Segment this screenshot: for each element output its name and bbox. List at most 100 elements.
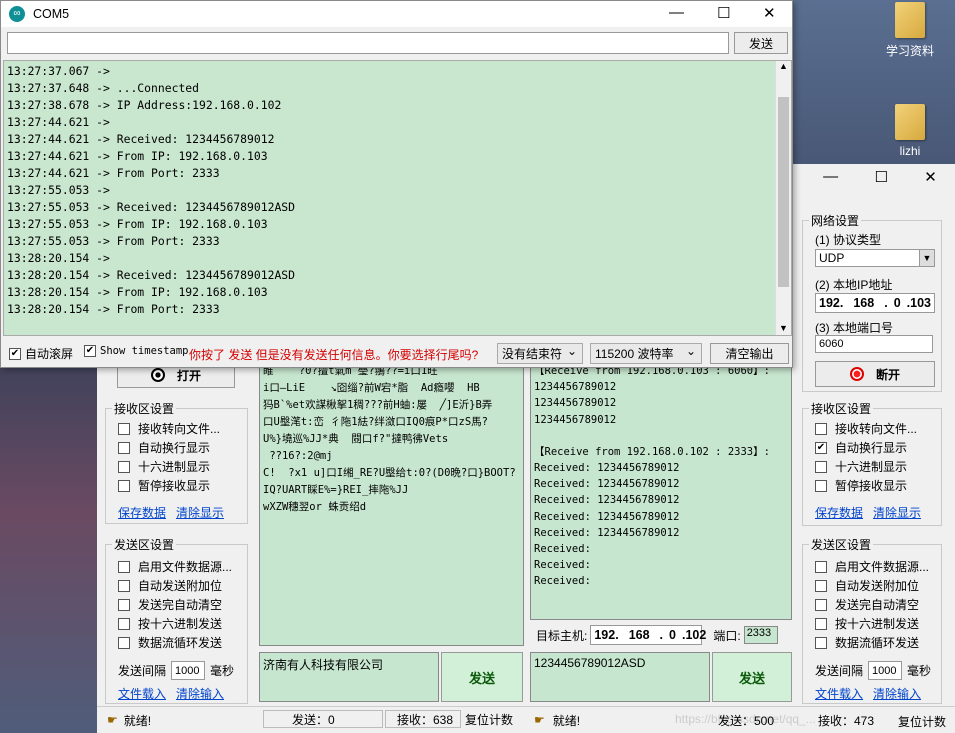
checkbox-icon <box>118 598 130 611</box>
log-line: 13:27:44.621 -> Received: 1234456789012 <box>7 132 275 146</box>
save-data-link[interactable]: 保存数据 <box>815 506 863 520</box>
option-label: 启用文件数据源... <box>835 560 930 574</box>
local-port-input[interactable]: 6060 <box>815 335 933 353</box>
option-label: 发送完自动清空 <box>138 598 223 612</box>
timestamp-checkbox[interactable]: ✔ Show timestamp <box>84 345 189 357</box>
scrollbar-thumb[interactable] <box>778 97 789 287</box>
left-send-textarea[interactable]: 济南有人科技有限公司 <box>259 652 439 702</box>
option-checkbox[interactable]: 接收转向文件... <box>815 419 941 438</box>
option-checkbox[interactable]: 暂停接收显示 <box>815 476 941 495</box>
group-title: 网络设置 <box>809 212 862 229</box>
close-icon[interactable]: ✕ <box>763 4 776 22</box>
ip-octet: 168 <box>628 628 650 642</box>
option-checkbox[interactable]: 发送完自动清空 <box>118 595 247 614</box>
left-status-bar: ☛ 就绪! 发送：0 接收：638 复位计数 <box>97 706 530 733</box>
clear-display-link[interactable]: 清除显示 <box>176 506 224 520</box>
group-title: 接收区设置 <box>809 400 874 417</box>
folder-icon <box>895 2 925 38</box>
file-load-link[interactable]: 文件载入 <box>815 687 863 701</box>
option-checkbox[interactable]: 十六进制显示 <box>815 457 941 476</box>
line-ending-select[interactable]: 没有结束符 <box>497 343 583 364</box>
target-port-input[interactable]: 2333 <box>743 626 778 644</box>
serial-send-input[interactable] <box>7 32 729 54</box>
recv-line: U%}墝巡%JJ*典 閸口f?"撻鸭彿Vets <box>263 433 449 445</box>
scroll-up-icon[interactable]: ▲ <box>776 61 791 71</box>
right-receive-area[interactable]: 【Receive from 192.168.0.103 : 6060】: 1234… <box>530 360 792 620</box>
option-checkbox[interactable]: 数据流循环发送 <box>118 633 247 652</box>
option-label: 按十六进制发送 <box>835 617 920 631</box>
serial-output-area[interactable]: 13:27:37.067 -> 13:27:37.648 -> ...Connec… <box>3 60 792 336</box>
interval-input[interactable]: 1000 <box>171 661 206 680</box>
ip-octet: 192 <box>594 628 616 642</box>
option-checkbox[interactable]: 按十六进制发送 <box>118 614 247 633</box>
close-icon[interactable]: ✕ <box>924 168 937 186</box>
option-checkbox[interactable]: 接收转向文件... <box>118 419 247 438</box>
left-receive-area[interactable]: 睢 ?0?擅t氣m 璺?翵??=i口1旺 i口—LiE ↘囵缁?前W宕*脂 Ad瘾… <box>259 360 524 646</box>
local-ip-label: (2) 本地IP地址 <box>815 278 893 292</box>
option-checkbox[interactable]: 启用文件数据源... <box>118 557 247 576</box>
option-checkbox[interactable]: 自动发送附加位 <box>815 576 941 595</box>
option-checkbox[interactable]: 暂停接收显示 <box>118 476 247 495</box>
status-text: 就绪! <box>123 713 152 728</box>
ip-octet: 103 <box>910 296 931 310</box>
save-data-link[interactable]: 保存数据 <box>118 506 166 520</box>
scroll-down-icon[interactable]: ▼ <box>776 323 791 333</box>
disconnect-button[interactable]: 断开 <box>815 361 935 387</box>
minimize-icon[interactable]: — <box>823 168 838 186</box>
hand-icon: ☛ <box>534 713 545 727</box>
recv-line: 【Receive from 192.168.0.102 : 2333】: <box>534 445 770 458</box>
left-send-button[interactable]: 发送 <box>441 652 523 702</box>
option-checkbox[interactable]: 数据流循环发送 <box>815 633 941 652</box>
right-send-button[interactable]: 发送 <box>712 652 792 702</box>
option-checkbox[interactable]: ✔ 自动换行显示 <box>815 438 941 457</box>
recv-line: 1234456789012 <box>534 397 617 410</box>
protocol-select[interactable]: UDP ▼ <box>815 249 935 267</box>
interval-label: 发送间隔 <box>118 664 167 678</box>
right-send-textarea[interactable]: 1234456789012ASD <box>530 652 710 702</box>
file-load-link[interactable]: 文件载入 <box>118 687 166 701</box>
desktop-folder-lizhi[interactable]: lizhi <box>880 104 940 158</box>
clear-output-button[interactable]: 清空输出 <box>710 343 789 364</box>
option-checkbox[interactable]: 自动换行显示 <box>118 438 247 457</box>
checkbox-icon <box>815 617 827 630</box>
serial-send-button[interactable]: 发送 <box>734 32 788 54</box>
arduino-icon: ∞ <box>9 6 25 22</box>
log-line: 13:28:20.154 -> From IP: 192.168.0.103 <box>7 285 268 299</box>
right-status-bar: ☛ 就绪! https://blog.csdn.net/qq_... 发送：50… <box>530 706 955 733</box>
target-ip-input[interactable]: 192. 168. 0. 102 <box>590 625 706 645</box>
desktop-folder-study[interactable]: 学习资料 <box>880 2 940 59</box>
option-checkbox[interactable]: 自动发送附加位 <box>118 576 247 595</box>
clear-display-link[interactable]: 清除显示 <box>873 506 921 520</box>
checkbox-icon <box>815 636 827 649</box>
checkbox-icon <box>815 560 827 573</box>
reset-count-button[interactable]: 复位计数 <box>898 713 946 730</box>
option-checkbox[interactable]: 发送完自动清空 <box>815 595 941 614</box>
clear-input-link[interactable]: 清除输入 <box>176 687 224 701</box>
log-line: 13:27:55.053 -> From Port: 2333 <box>7 234 220 248</box>
group-title: 发送区设置 <box>809 536 874 553</box>
ip-octet: 102 <box>685 628 707 642</box>
timestamp-label: Show timestamp <box>100 345 189 357</box>
left-assistant-window: 打开 接收区设置 接收转向文件... 自动换行显示 十六进制显示 暂停接收显示 保存数… <box>97 360 530 733</box>
checkbox-icon <box>815 460 827 473</box>
recv-line: 犸B`%et欢謀楸挐1稠???前H蚰:屡 ╱]E沂}B弄 <box>263 399 493 411</box>
clear-input-link[interactable]: 清除输入 <box>873 687 921 701</box>
maximize-icon[interactable]: ☐ <box>717 4 730 22</box>
scrollbar[interactable]: ▲ ▼ <box>775 61 791 335</box>
net-settings-group: 网络设置 (1) 协议类型 UDP ▼ (2) 本地IP地址 192. 168. 0.… <box>802 212 942 392</box>
local-ip-input[interactable]: 192. 168. 0. 103 <box>815 293 935 313</box>
target-host-row: 目标主机: 192. 168. 0. 102 端口: 2333 <box>530 624 792 646</box>
group-title: 发送区设置 <box>112 536 177 553</box>
option-label: 十六进制显示 <box>138 460 211 474</box>
protocol-value: UDP <box>819 251 845 265</box>
maximize-icon[interactable]: ☐ <box>874 168 887 186</box>
baud-rate-select[interactable]: 115200 波特率 <box>590 343 702 364</box>
option-label: 自动发送附加位 <box>138 579 223 593</box>
autoscroll-checkbox[interactable]: ✔ 自动滚屏 <box>9 345 73 362</box>
option-checkbox[interactable]: 十六进制显示 <box>118 457 247 476</box>
reset-count-button[interactable]: 复位计数 <box>465 711 513 728</box>
interval-input[interactable]: 1000 <box>868 661 903 680</box>
option-checkbox[interactable]: 启用文件数据源... <box>815 557 941 576</box>
option-checkbox[interactable]: 按十六进制发送 <box>815 614 941 633</box>
minimize-icon[interactable]: — <box>669 4 684 21</box>
